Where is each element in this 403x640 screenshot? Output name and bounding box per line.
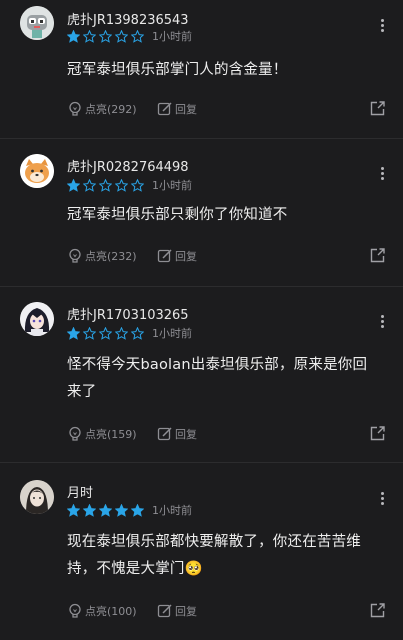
comment-item: 虎扑JR0282764498 1小时前 冠军泰坦俱乐部只剩你了你知道不 点亮 (2… xyxy=(0,138,403,287)
comment-text: 冠军泰坦俱乐部只剩你了你知道不 xyxy=(67,202,387,229)
star-empty-icon xyxy=(99,178,112,192)
star-empty-icon xyxy=(115,178,128,192)
lightbulb-icon xyxy=(69,603,81,618)
star-filled-icon xyxy=(67,503,80,517)
star-empty-icon xyxy=(131,326,144,340)
edit-icon xyxy=(157,427,172,441)
comment-text-line: 怪不得今天baolan出泰坦俱乐部，原来是你回 xyxy=(67,357,368,373)
stars xyxy=(67,503,147,517)
username[interactable]: 虎扑JR1398236543 xyxy=(67,9,189,28)
comment-text-line: 来了 xyxy=(67,384,97,400)
star-empty-icon xyxy=(115,326,128,340)
comment-actions: 点亮 (232) 回复 xyxy=(67,246,385,266)
like-label: 点亮 xyxy=(85,605,107,618)
star-empty-icon xyxy=(115,29,128,43)
star-empty-icon xyxy=(83,29,96,43)
like-button[interactable]: 点亮 (159) xyxy=(67,426,157,442)
star-filled-icon xyxy=(67,29,80,43)
like-count: (232) xyxy=(107,249,137,263)
comment-text-line: 现在泰坦俱乐部都快要解散了，你还在苦苦维 xyxy=(67,534,361,550)
robot-avatar-icon[interactable] xyxy=(20,6,54,40)
star-filled-icon xyxy=(67,326,80,340)
stars xyxy=(67,29,147,43)
star-filled-icon xyxy=(115,503,128,517)
username[interactable]: 月时 xyxy=(67,482,93,501)
like-label: 点亮 xyxy=(85,103,107,116)
star-filled-icon xyxy=(131,503,144,517)
share-icon[interactable] xyxy=(370,426,385,441)
star-rating: 1小时前 xyxy=(67,177,192,193)
comment-actions: 点亮 (100) 回复 xyxy=(67,601,385,621)
star-rating: 1小时前 xyxy=(67,325,192,341)
reply-button[interactable]: 回复 xyxy=(157,101,197,117)
like-button[interactable]: 点亮 (292) xyxy=(67,101,157,117)
timestamp: 1小时前 xyxy=(152,327,192,340)
username[interactable]: 虎扑JR1703103265 xyxy=(67,304,189,323)
stars xyxy=(67,178,147,192)
lightbulb-icon xyxy=(69,101,81,116)
comment-item: 虎扑JR1703103265 1小时前 怪不得今天baolan出泰坦俱乐部，原来… xyxy=(0,286,403,463)
more-options-icon[interactable] xyxy=(375,163,389,183)
comment-text-line: 持，不愧是大掌门🥺 xyxy=(67,561,203,577)
like-label: 点亮 xyxy=(85,428,107,441)
like-count: (159) xyxy=(107,427,137,441)
star-filled-icon xyxy=(67,178,80,192)
star-filled-icon xyxy=(83,503,96,517)
comment-text: 现在泰坦俱乐部都快要解散了，你还在苦苦维 持，不愧是大掌门🥺 xyxy=(67,529,387,583)
star-empty-icon xyxy=(99,326,112,340)
share-icon[interactable] xyxy=(370,603,385,618)
comment-text: 冠军泰坦俱乐部掌门人的含金量！ xyxy=(67,57,387,84)
more-options-icon[interactable] xyxy=(375,311,389,331)
star-empty-icon xyxy=(131,29,144,43)
edit-icon xyxy=(157,604,172,618)
timestamp: 1小时前 xyxy=(152,504,192,517)
star-empty-icon xyxy=(83,178,96,192)
reply-button[interactable]: 回复 xyxy=(157,248,197,264)
reply-button[interactable]: 回复 xyxy=(157,426,197,442)
comment-item: 月时 1小时前 现在泰坦俱乐部都快要解散了，你还在苦苦维 持，不愧是大掌门🥺 点… xyxy=(0,462,403,640)
star-empty-icon xyxy=(99,29,112,43)
more-options-icon[interactable] xyxy=(375,488,389,508)
like-button[interactable]: 点亮 (232) xyxy=(67,248,157,264)
timestamp: 1小时前 xyxy=(152,179,192,192)
comment-text: 怪不得今天baolan出泰坦俱乐部，原来是你回 来了 xyxy=(67,352,387,406)
star-empty-icon xyxy=(131,178,144,192)
star-rating: 1小时前 xyxy=(67,28,192,44)
anime-character-avatar-icon[interactable] xyxy=(20,302,54,336)
more-options-icon[interactable] xyxy=(375,15,389,35)
share-icon[interactable] xyxy=(370,101,385,116)
like-count: (292) xyxy=(107,102,137,116)
shiba-dog-avatar-icon[interactable] xyxy=(20,154,54,188)
like-button[interactable]: 点亮 (100) xyxy=(67,603,157,619)
lightbulb-icon xyxy=(69,248,81,263)
reply-label: 回复 xyxy=(175,103,197,116)
comment-actions: 点亮 (292) 回复 xyxy=(67,99,385,119)
reply-label: 回复 xyxy=(175,428,197,441)
person-photo-avatar-icon[interactable] xyxy=(20,480,54,514)
stars xyxy=(67,326,147,340)
star-empty-icon xyxy=(83,326,96,340)
comment-text-line: 冠军泰坦俱乐部只剩你了你知道不 xyxy=(67,207,288,223)
comment-actions: 点亮 (159) 回复 xyxy=(67,424,385,444)
edit-icon xyxy=(157,249,172,263)
share-icon[interactable] xyxy=(370,248,385,263)
star-filled-icon xyxy=(99,503,112,517)
like-count: (100) xyxy=(107,604,137,618)
comment-item: 虎扑JR1398236543 1小时前 冠军泰坦俱乐部掌门人的含金量！ 点亮 (2… xyxy=(0,0,403,139)
like-label: 点亮 xyxy=(85,250,107,263)
edit-icon xyxy=(157,102,172,116)
timestamp: 1小时前 xyxy=(152,30,192,43)
lightbulb-icon xyxy=(69,426,81,441)
username[interactable]: 虎扑JR0282764498 xyxy=(67,156,189,175)
comment-text-line: 冠军泰坦俱乐部掌门人的含金量！ xyxy=(67,62,288,78)
reply-label: 回复 xyxy=(175,605,197,618)
star-rating: 1小时前 xyxy=(67,502,192,518)
reply-button[interactable]: 回复 xyxy=(157,603,197,619)
reply-label: 回复 xyxy=(175,250,197,263)
